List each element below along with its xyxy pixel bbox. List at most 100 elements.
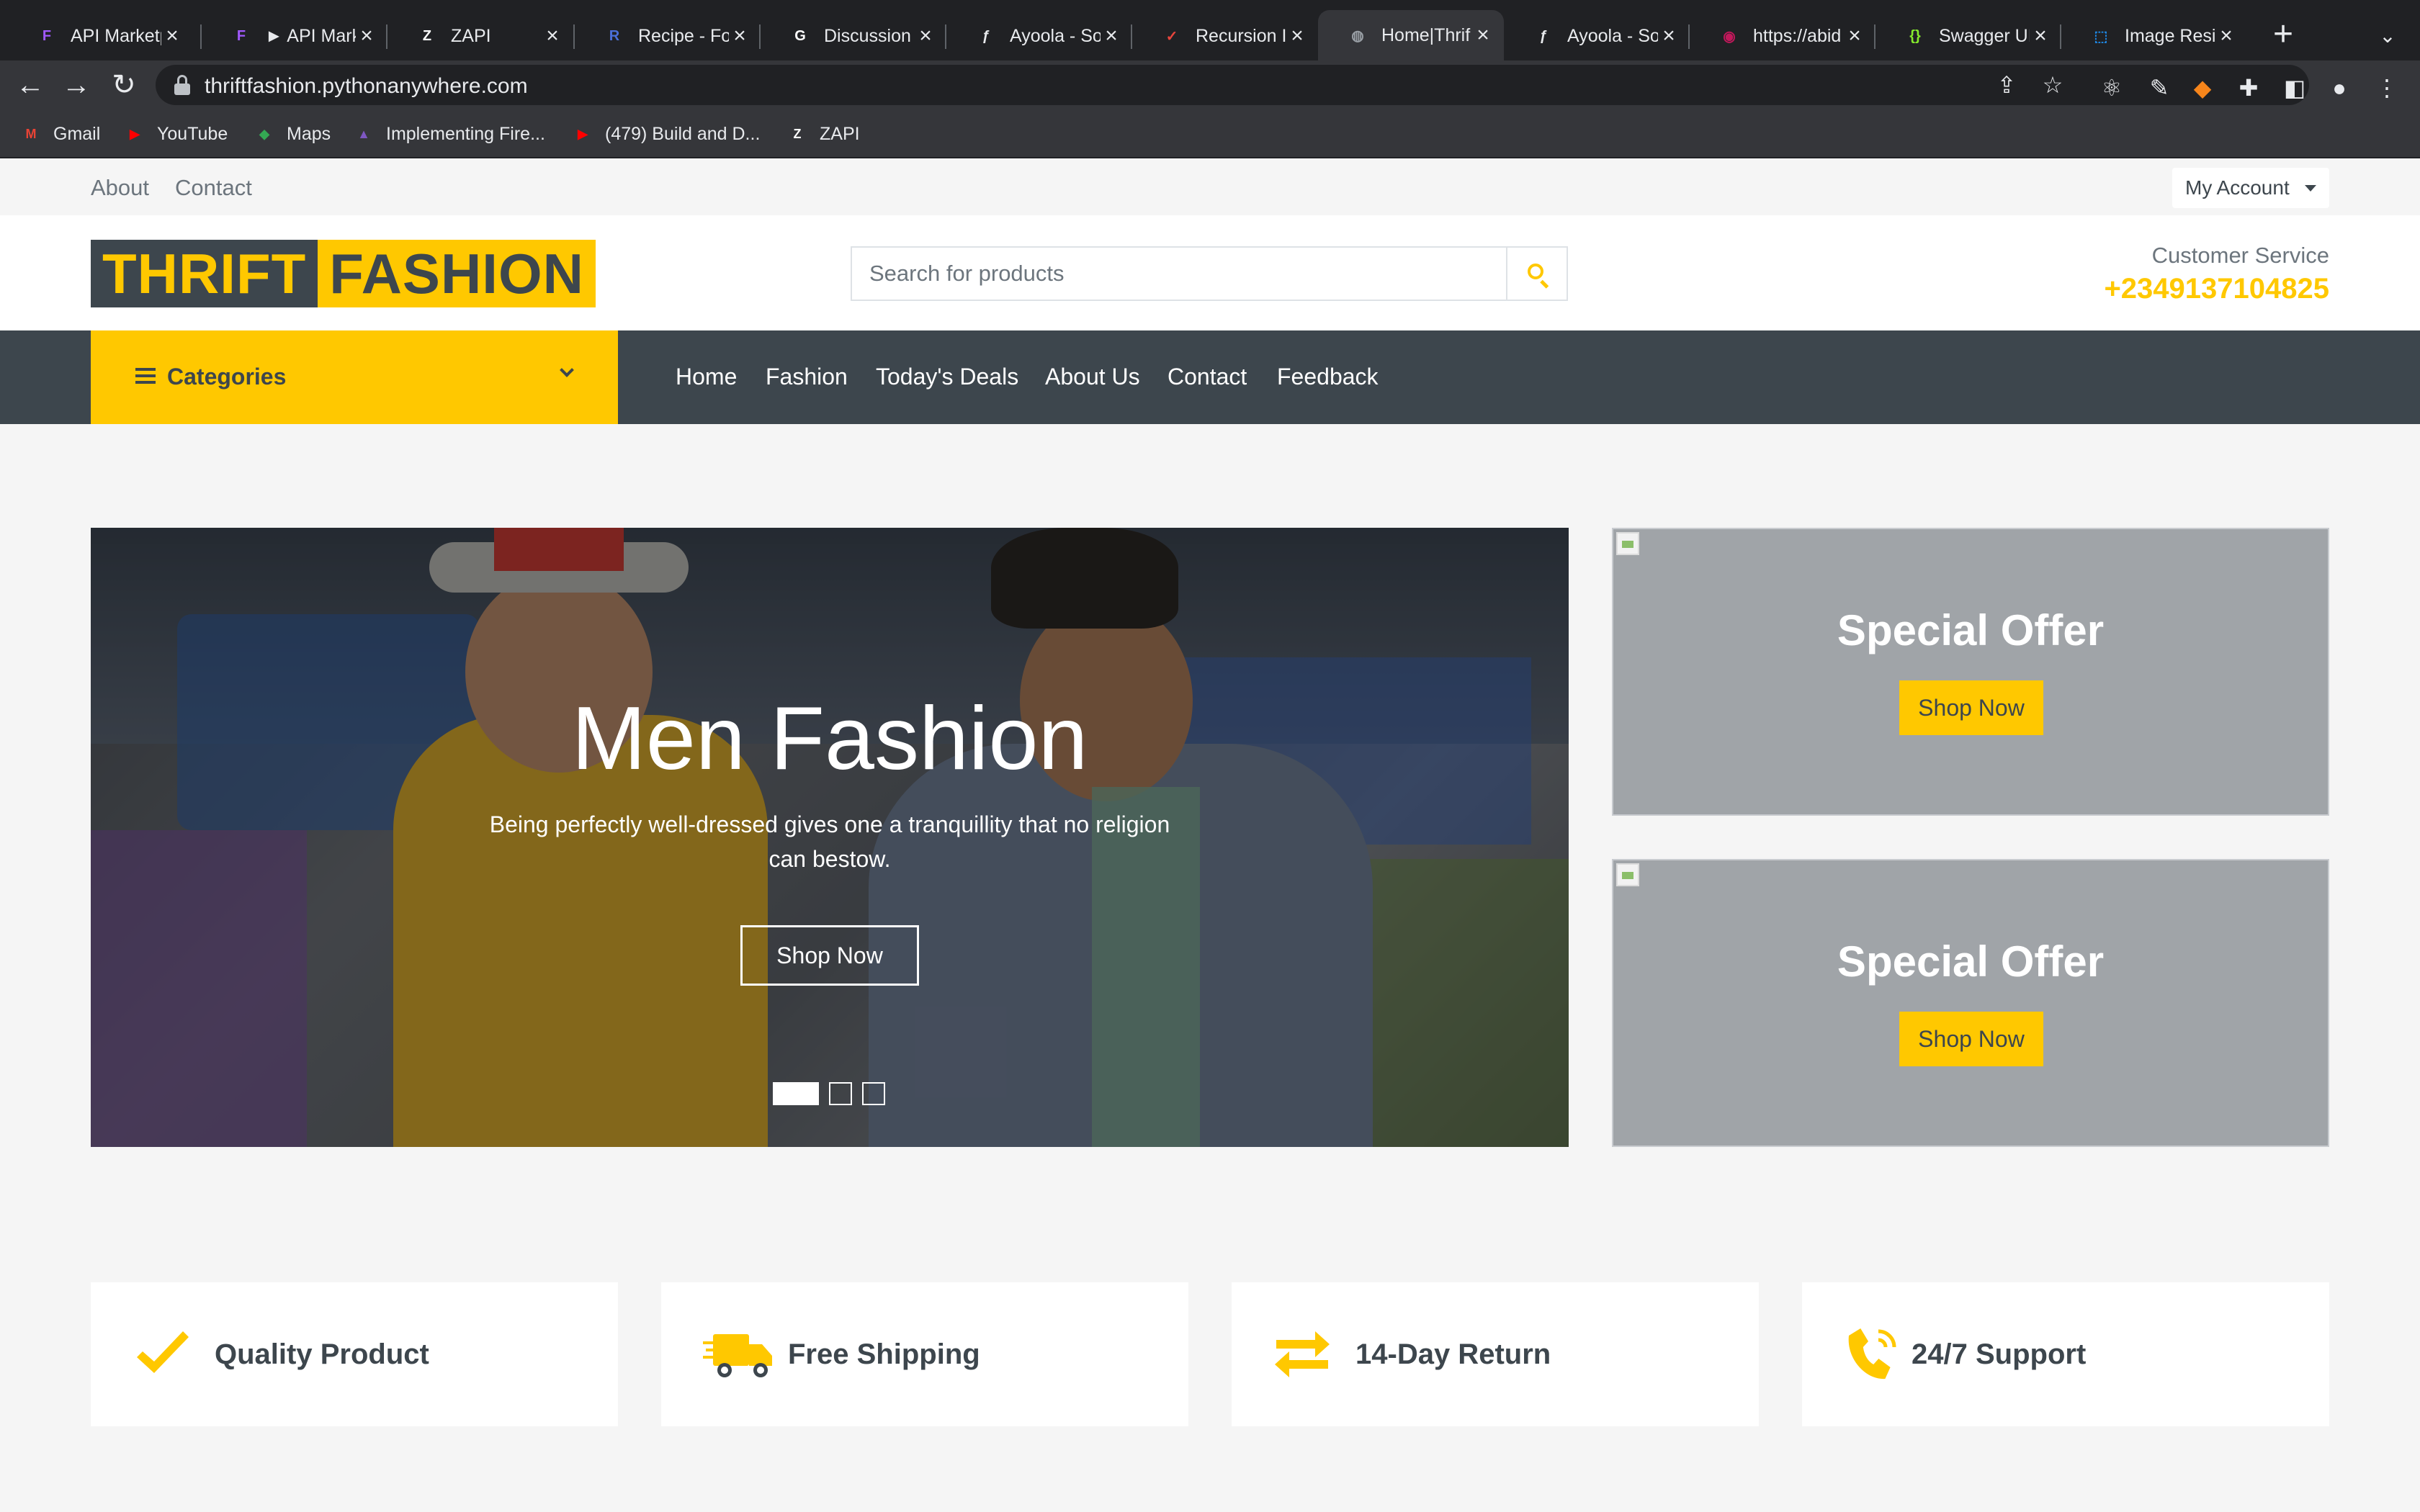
- tab-favicon-icon: ◉: [1723, 28, 1736, 45]
- search-button[interactable]: [1506, 248, 1567, 300]
- topbar-link-about[interactable]: About: [91, 175, 149, 201]
- tab-title: ► API Mark: [265, 25, 356, 46]
- tab-title: Home|Thrif: [1381, 24, 1471, 45]
- carousel-indicator-1[interactable]: [773, 1082, 819, 1105]
- my-account-dropdown[interactable]: My Account: [2172, 168, 2329, 208]
- caret-down-icon: [2305, 185, 2316, 192]
- tab-title: ZAPI: [451, 25, 491, 46]
- browser-tab[interactable]: ◍ Home|Thrif ×: [1318, 10, 1504, 60]
- react-devtools-icon[interactable]: ⚛: [2096, 72, 2128, 104]
- bookmark-item[interactable]: M Gmail: [20, 120, 101, 148]
- feature-free-shipping: Free Shipping: [661, 1282, 1188, 1426]
- customer-service-phone[interactable]: +2349137104825: [2104, 273, 2329, 305]
- tab-close-icon[interactable]: ×: [356, 24, 377, 48]
- browser-tab[interactable]: ✓ Recursion I ×: [1132, 13, 1318, 59]
- tab-separator: [945, 24, 946, 49]
- browser-tab[interactable]: G Discussion ×: [761, 13, 946, 59]
- nav-link-todays-deals[interactable]: Today's Deals: [876, 364, 1018, 390]
- bookmark-favicon-icon: ▲: [357, 126, 370, 141]
- special-offer-shop-now-button[interactable]: Shop Now: [1899, 1012, 2043, 1066]
- tab-favicon-icon: G: [794, 27, 806, 44]
- categories-label: Categories: [167, 364, 287, 390]
- main-navbar: Categories Home Fashion Today's Deals Ab…: [0, 330, 2420, 424]
- bookmark-item[interactable]: Z ZAPI: [786, 120, 860, 148]
- tab-close-icon[interactable]: ×: [729, 24, 750, 48]
- browser-tab[interactable]: ◉ https://abid ×: [1690, 13, 1876, 59]
- tab-close-icon[interactable]: ×: [915, 24, 936, 48]
- carousel-indicator-2[interactable]: [829, 1082, 852, 1105]
- logo-thrift: THRIFT: [91, 240, 318, 307]
- tab-separator: [2060, 24, 2061, 49]
- tab-title: Recipe - Fo: [638, 25, 729, 46]
- browser-tab[interactable]: {} Swagger UI ×: [1876, 13, 2061, 59]
- back-arrow-icon[interactable]: ←: [12, 66, 49, 104]
- browser-tab[interactable]: ƒ Ayoola - So ×: [946, 13, 1132, 59]
- forward-arrow-icon[interactable]: →: [58, 66, 95, 104]
- phone-volume-icon: [1848, 1328, 1896, 1380]
- nav-link-feedback[interactable]: Feedback: [1277, 364, 1379, 390]
- bookmark-item[interactable]: ▶ (479) Build and D...: [572, 120, 760, 148]
- tab-close-icon[interactable]: ×: [2215, 24, 2237, 48]
- tab-close-icon[interactable]: ×: [1101, 24, 1122, 48]
- tab-favicon-icon: ƒ: [982, 27, 990, 44]
- nav-link-about-us[interactable]: About Us: [1045, 364, 1140, 390]
- tab-favicon-icon: {}: [1909, 27, 1921, 44]
- browser-menu-icon[interactable]: ⋮: [2371, 72, 2403, 104]
- bookmark-item[interactable]: ▶ YouTube: [124, 120, 228, 148]
- site-logo[interactable]: THRIFT FASHION: [91, 240, 596, 307]
- special-offer-title: Special Offer: [1837, 606, 2105, 654]
- browser-tab[interactable]: Z ZAPI ×: [387, 13, 573, 59]
- tab-favicon-icon: R: [609, 27, 620, 44]
- nav-link-fashion[interactable]: Fashion: [766, 364, 848, 390]
- categories-dropdown[interactable]: Categories: [91, 330, 618, 424]
- tab-favicon-icon: F: [236, 27, 246, 44]
- address-bar-url[interactable]: thriftfashion.pythonanywhere.com: [205, 74, 528, 99]
- tab-close-icon[interactable]: ×: [161, 24, 183, 48]
- browser-tab[interactable]: F API Marketp ×: [7, 13, 193, 59]
- hero-title: Men Fashion: [571, 689, 1088, 788]
- bookmark-label: Implementing Fire...: [386, 123, 545, 144]
- tab-title: Swagger UI: [1939, 25, 2030, 46]
- metamask-fox-icon[interactable]: ◆: [2187, 72, 2218, 104]
- nav-link-contact[interactable]: Contact: [1168, 364, 1247, 390]
- bookmark-star-icon[interactable]: ☆: [2040, 72, 2066, 98]
- address-bar[interactable]: thriftfashion.pythonanywhere.com ⇪ ☆: [156, 65, 2309, 105]
- hero-shop-now-button[interactable]: Shop Now: [740, 925, 919, 986]
- browser-tab[interactable]: F ► API Mark ×: [202, 13, 387, 59]
- share-icon[interactable]: ⇪: [1994, 72, 2020, 98]
- hamburger-icon: [135, 368, 156, 384]
- nav-link-home[interactable]: Home: [676, 364, 737, 390]
- edit-extension-icon[interactable]: ✎: [2143, 72, 2175, 104]
- extensions-puzzle-icon[interactable]: ✚: [2233, 72, 2264, 104]
- profile-avatar-icon[interactable]: ●: [2323, 72, 2355, 104]
- tab-close-icon[interactable]: ×: [1472, 23, 1494, 48]
- bookmark-favicon-icon: Z: [793, 126, 802, 141]
- tab-close-icon[interactable]: ×: [2030, 24, 2051, 48]
- tab-close-icon[interactable]: ×: [1844, 24, 1865, 48]
- side-panel-icon[interactable]: ◧: [2279, 72, 2311, 104]
- bookmark-item[interactable]: ▲ Implementing Fire...: [353, 120, 545, 148]
- reload-icon[interactable]: ↻: [105, 66, 143, 104]
- carousel-indicator-3[interactable]: [862, 1082, 885, 1105]
- new-tab-button[interactable]: +: [2262, 13, 2305, 56]
- my-account-label: My Account: [2185, 176, 2290, 199]
- tab-close-icon[interactable]: ×: [542, 24, 563, 48]
- special-offer-shop-now-button[interactable]: Shop Now: [1899, 680, 2043, 735]
- site-topbar: About Contact My Account: [0, 159, 2420, 215]
- lock-icon: [174, 75, 190, 95]
- customer-service-label: Customer Service: [2151, 243, 2329, 268]
- tab-close-icon[interactable]: ×: [1286, 24, 1308, 48]
- tab-separator: [1874, 24, 1876, 49]
- tab-search-chevron-icon[interactable]: ⌄: [2370, 14, 2406, 58]
- site-header: THRIFT FASHION Customer Service +2349137…: [0, 215, 2420, 330]
- topbar-link-contact[interactable]: Contact: [175, 175, 252, 201]
- tab-favicon-icon: Z: [422, 27, 432, 44]
- browser-tab[interactable]: ƒ Ayoola - So ×: [1504, 13, 1690, 59]
- tab-separator: [1688, 24, 1690, 49]
- tab-close-icon[interactable]: ×: [1658, 24, 1680, 48]
- feature-label: Quality Product: [215, 1338, 429, 1370]
- browser-tab[interactable]: ⬚ Image Resi ×: [2061, 13, 2247, 59]
- search-input[interactable]: [852, 248, 1507, 300]
- bookmark-item[interactable]: ◆ Maps: [254, 120, 331, 148]
- browser-tab[interactable]: R Recipe - Fo ×: [575, 13, 761, 59]
